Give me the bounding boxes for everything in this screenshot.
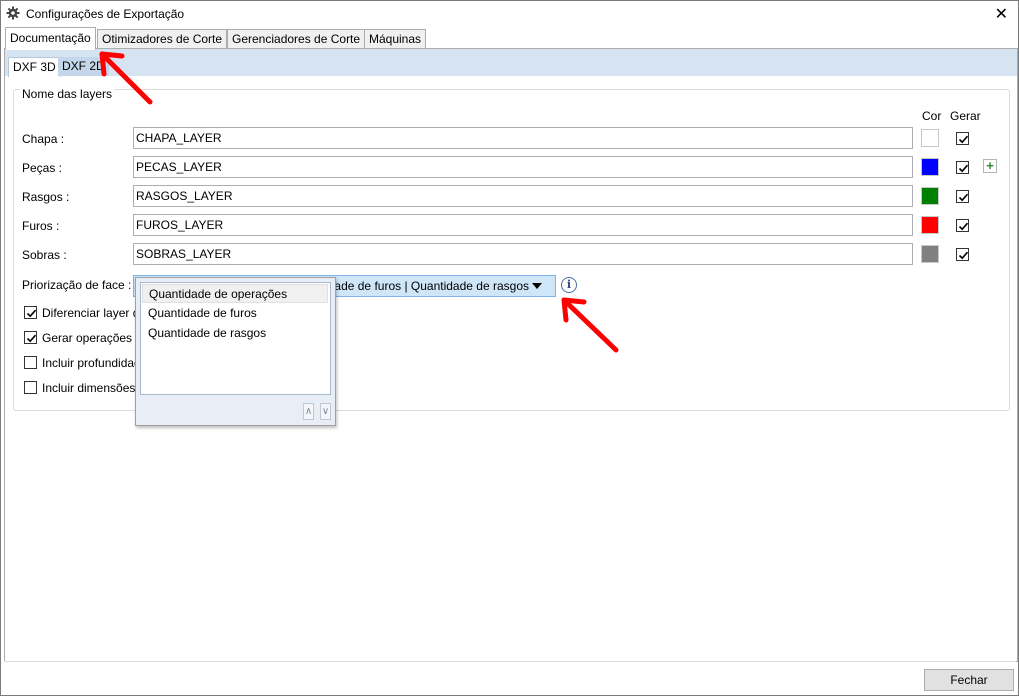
incluir-profundidade-checkbox[interactable]: [24, 356, 37, 369]
pecas-layer-input[interactable]: PECAS_LAYER: [133, 156, 913, 178]
diferenciar-layer-label: Diferenciar layer de: [42, 306, 147, 320]
label-pecas: Peças :: [22, 161, 63, 175]
tab-dxf-3d[interactable]: DXF 3D: [8, 57, 61, 77]
gerar-operacoes-label: Gerar operações de: [42, 331, 149, 345]
diferenciar-layer-checkbox[interactable]: [24, 306, 37, 319]
rasgos-gerar-checkbox[interactable]: [956, 190, 969, 203]
dropdown-option[interactable]: Quantidade de furos: [142, 304, 328, 323]
move-down-button[interactable]: ∨: [320, 403, 331, 420]
priorizacao-dropdown-popup: Quantidade de operações Quantidade de fu…: [135, 277, 336, 426]
footer-separator: [4, 661, 1016, 662]
sobras-layer-input[interactable]: SOBRAS_LAYER: [133, 243, 913, 265]
gerar-operacoes-checkbox[interactable]: [24, 331, 37, 344]
annotation-arrow-icon: [561, 297, 619, 353]
tab-documentacao[interactable]: Documentação: [5, 27, 96, 50]
incluir-profundidade-label: Incluir profundidade: [42, 356, 148, 370]
label-chapa: Chapa :: [22, 132, 65, 146]
column-header-cor: Cor: [922, 109, 942, 123]
tab-gerenciadores-de-corte[interactable]: Gerenciadores de Corte: [227, 29, 366, 49]
label-rasgos: Rasgos :: [22, 190, 70, 204]
dropdown-option[interactable]: Quantidade de rasgos: [142, 324, 328, 343]
furos-layer-input[interactable]: FUROS_LAYER: [133, 214, 913, 236]
dropdown-option[interactable]: Quantidade de operações: [142, 284, 328, 303]
add-layer-button[interactable]: +: [983, 159, 997, 173]
chapa-color-swatch[interactable]: [921, 129, 939, 147]
window-title: Configurações de Exportação: [26, 7, 185, 21]
gear-icon: [6, 6, 20, 20]
label-furos: Furos :: [22, 219, 60, 233]
rasgos-color-swatch[interactable]: [921, 187, 939, 205]
label-priorizacao-de-face: Priorização de face :: [22, 278, 132, 292]
tab-content-panel: DXF 3D DXF 2D Nome das layers Cor Gerar …: [4, 48, 1018, 662]
sobras-gerar-checkbox[interactable]: [956, 248, 969, 261]
dropdown-list: Quantidade de operações Quantidade de fu…: [140, 282, 331, 395]
column-header-gerar: Gerar: [950, 109, 981, 123]
furos-color-swatch[interactable]: [921, 216, 939, 234]
title-bar: Configurações de Exportação ✕: [1, 1, 1018, 27]
close-icon[interactable]: ✕: [995, 4, 1008, 24]
tab-maquinas[interactable]: Máquinas: [364, 29, 427, 49]
rasgos-layer-input[interactable]: RASGOS_LAYER: [133, 185, 913, 207]
chapa-layer-input[interactable]: CHAPA_LAYER: [133, 127, 913, 149]
furos-gerar-checkbox[interactable]: [956, 219, 969, 232]
fechar-button[interactable]: Fechar: [924, 669, 1014, 691]
incluir-dimensoes-checkbox[interactable]: [24, 381, 37, 394]
chapa-gerar-checkbox[interactable]: [956, 132, 969, 145]
pecas-color-swatch[interactable]: [921, 158, 939, 176]
dropdown-arrow-icon[interactable]: [532, 283, 542, 289]
incluir-dimensoes-label: Incluir dimensões: [42, 381, 136, 395]
pecas-gerar-checkbox[interactable]: [956, 161, 969, 174]
label-sobras: Sobras :: [22, 248, 67, 262]
move-up-button[interactable]: ∧: [303, 403, 314, 420]
sobras-color-swatch[interactable]: [921, 245, 939, 263]
annotation-arrow-icon: [99, 51, 153, 105]
